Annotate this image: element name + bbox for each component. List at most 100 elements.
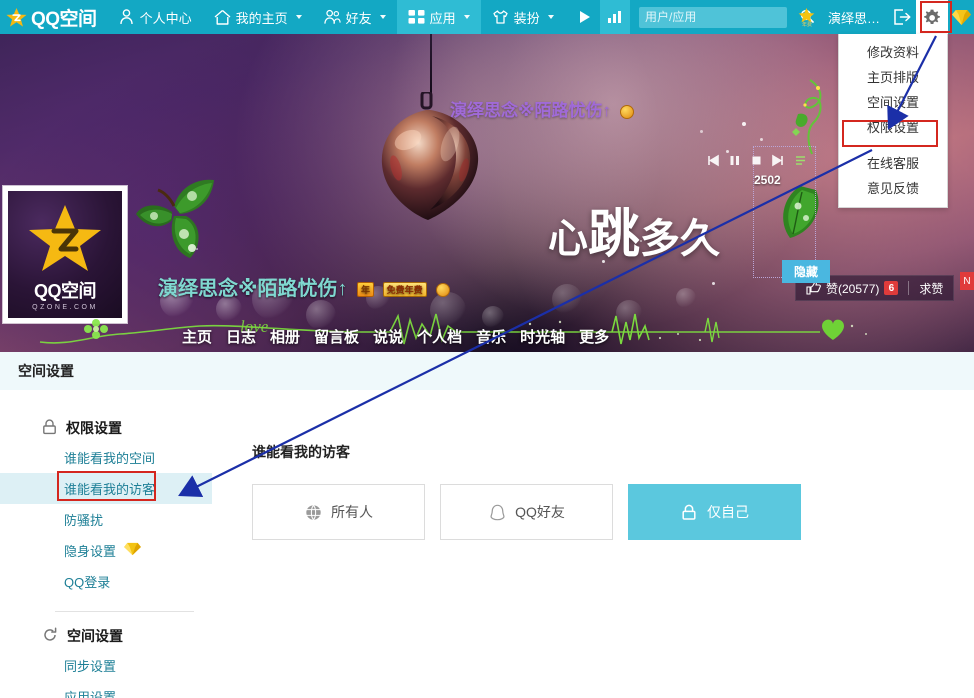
friends-icon <box>323 9 341 26</box>
sidebar-item-sync-settings[interactable]: 同步设置 <box>0 650 212 681</box>
sidebar-group-permission: 权限设置 <box>0 414 212 442</box>
lock-icon <box>42 418 57 438</box>
nav-item-guestbook[interactable]: 留言板 <box>314 326 359 347</box>
nav-label: 我的主页 <box>235 10 288 26</box>
free-year-badge: 免费年费 <box>382 282 427 298</box>
menu-item-space-settings[interactable]: 空间设置 <box>839 90 947 115</box>
nav-item-shuoshuo[interactable]: 说说 <box>373 326 403 347</box>
menu-item-online-support[interactable]: 在线客服 <box>839 151 947 176</box>
nav-item-friends[interactable]: 好友 <box>313 0 397 34</box>
globe-icon <box>304 503 322 521</box>
nav-item-music[interactable]: 音乐 <box>476 326 506 347</box>
search-box[interactable] <box>638 6 814 28</box>
settings-content: 谁能看我的访客 所有人 QQ好友 仅自己 <box>212 390 974 698</box>
nickname-text-top: 演绎思念※陌路忧伤↑ <box>450 101 612 120</box>
thumbs-up-icon <box>806 281 821 295</box>
vip-star-icon[interactable]: 年费 <box>796 4 818 30</box>
chevron-down-icon <box>379 15 386 19</box>
ask-like-label: 求赞 <box>919 281 944 296</box>
vip-star-label: 年费 <box>801 21 812 28</box>
music-player-controls[interactable] <box>706 154 807 172</box>
pause-button[interactable] <box>728 154 741 172</box>
space-settings-panel: 空间设置 权限设置 谁能看我的空间 谁能看我的访客 防骚扰 隐身设置 QQ登录 … <box>0 352 974 698</box>
corner-notification-badge: N <box>960 272 974 290</box>
nav-item-more[interactable]: 更多 <box>579 326 609 347</box>
option-qq-friends[interactable]: QQ好友 <box>440 484 613 540</box>
panel-title: 空间设置 <box>18 363 74 379</box>
orange-badge-icon <box>619 104 634 119</box>
sidebar-group-space-settings: 空间设置 <box>0 622 212 650</box>
content-title: 谁能看我的访客 <box>252 444 350 460</box>
nav-item-apps[interactable]: 应用 <box>396 0 481 34</box>
sidebar-item-label: 隐身设置 <box>64 544 117 559</box>
profile-nav: 主页 日志 相册 留言板 说说 个人档 音乐 时光轴 更多 <box>182 326 609 347</box>
playlist-button[interactable] <box>794 154 807 172</box>
diamond-icon <box>124 542 141 559</box>
banner-nickname-top: 演绎思念※陌路忧伤↑ <box>450 96 634 121</box>
nav-item-home[interactable]: 主页 <box>182 326 212 347</box>
nav-item-profile[interactable]: 个人档 <box>417 326 462 347</box>
menu-item-edit-profile[interactable]: 修改资料 <box>839 40 947 65</box>
sidebar-item-qq-login[interactable]: QQ登录 <box>0 566 212 597</box>
nav-label: 个人中心 <box>139 10 192 26</box>
top-navigation-bar: QQ空间 个人中心 我的主页 好友 应用 装扮 用户/应用 年费 演绎思… <box>0 0 974 34</box>
sidebar-item-anti-harassment[interactable]: 防骚扰 <box>0 504 212 535</box>
stop-button[interactable] <box>750 154 763 172</box>
nav-item-personal-center[interactable]: 个人中心 <box>107 0 203 34</box>
sidebar-item-invisible-settings[interactable]: 隐身设置 <box>0 535 212 566</box>
chevron-down-icon <box>547 15 554 19</box>
prev-track-button[interactable] <box>706 154 719 172</box>
menu-item-feedback[interactable]: 意见反馈 <box>839 176 947 201</box>
orange-badge-icon <box>436 282 451 297</box>
option-label: 仅自己 <box>707 504 749 520</box>
year-badge: 年 <box>357 282 375 298</box>
refresh-icon <box>42 626 58 646</box>
qzone-page: QQ空间 QZONE.COM 演绎思念※陌路忧伤↑ 心跳多久 演绎思念※陌路忧伤… <box>0 0 974 698</box>
bar-chart-button[interactable] <box>599 0 630 34</box>
panel-body: 权限设置 谁能看我的空间 谁能看我的访客 防骚扰 隐身设置 QQ登录 空间设置 … <box>0 390 974 698</box>
profile-cover-banner: QQ空间 QZONE.COM 演绎思念※陌路忧伤↑ 心跳多久 演绎思念※陌路忧伤… <box>0 34 974 352</box>
play-button[interactable] <box>570 0 600 34</box>
logout-button[interactable] <box>888 0 916 34</box>
vine-decoration <box>788 78 828 156</box>
next-track-button[interactable] <box>772 154 785 172</box>
art-text-part3: 多久 <box>640 216 721 261</box>
nav-item-timeline[interactable]: 时光轴 <box>520 326 565 347</box>
privacy-option-group: 所有人 QQ好友 仅自己 <box>252 484 974 540</box>
like-new-badge: 6 <box>884 281 899 295</box>
logout-icon <box>893 9 911 25</box>
search-input[interactable] <box>644 7 800 27</box>
sidebar-item-app-settings[interactable]: 应用设置 <box>0 681 212 698</box>
qzone-logo[interactable]: QQ空间 <box>0 0 107 34</box>
username-menu[interactable]: 演绎思… <box>820 8 888 27</box>
settings-gear-button[interactable] <box>916 0 948 34</box>
leaf-decoration <box>134 172 218 260</box>
username-label: 演绎思… <box>827 10 880 26</box>
chevron-down-icon <box>463 15 470 19</box>
sidebar-item-label: 谁能看我的访客 <box>64 482 156 497</box>
hide-button[interactable]: 隐藏 <box>782 260 830 283</box>
nickname-text: 演绎思念※陌路忧伤↑ <box>158 278 348 300</box>
sidebar-group-label: 权限设置 <box>66 420 122 436</box>
nav-item-decoration[interactable]: 装扮 <box>481 0 565 34</box>
menu-item-permission-settings[interactable]: 权限设置 <box>839 115 947 140</box>
nav-label: 应用 <box>429 10 456 26</box>
nav-item-blog[interactable]: 日志 <box>226 326 256 347</box>
sidebar-item-who-can-see-my-visitors[interactable]: 谁能看我的访客 <box>0 473 212 504</box>
nav-item-my-homepage[interactable]: 我的主页 <box>203 0 313 34</box>
menu-item-homepage-layout[interactable]: 主页排版 <box>839 65 947 90</box>
nav-item-album[interactable]: 相册 <box>270 326 300 347</box>
like-count-label: 赞(20577) <box>826 281 880 296</box>
person-icon <box>118 9 135 26</box>
option-only-me[interactable]: 仅自己 <box>628 484 801 540</box>
star-logo-icon <box>6 7 27 28</box>
avatar[interactable]: QQ空间 QZONE.COM <box>3 186 127 323</box>
ask-like-button[interactable]: 求赞 <box>909 276 953 300</box>
sidebar-item-who-can-see-my-space[interactable]: 谁能看我的空间 <box>0 442 212 473</box>
tshirt-icon <box>492 9 509 26</box>
option-everyone[interactable]: 所有人 <box>252 484 425 540</box>
diamond-button[interactable] <box>948 0 974 34</box>
lock-icon <box>680 503 698 521</box>
option-label: 所有人 <box>331 504 373 520</box>
diamond-icon <box>951 9 971 25</box>
